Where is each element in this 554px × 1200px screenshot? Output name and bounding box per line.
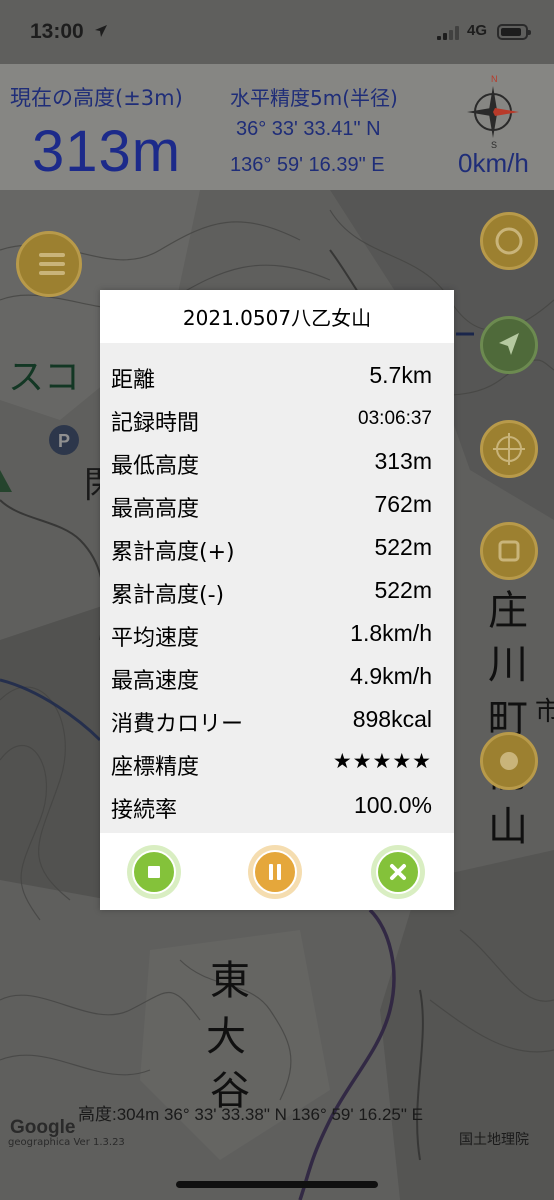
- home-indicator[interactable]: [176, 1181, 378, 1188]
- crosshair-icon: [493, 433, 525, 465]
- cursor-position-readout: 高度:304m 36° 33' 33.38" N 136° 59' 16.25"…: [78, 1105, 423, 1124]
- battery-level: [501, 28, 521, 36]
- stat-label: 最高高度: [111, 497, 200, 522]
- target-button[interactable]: [480, 420, 538, 478]
- layer-button[interactable]: [480, 212, 538, 270]
- location-arrow-icon: [95, 25, 107, 37]
- stat-row-min-altitude: 最低高度 313m: [100, 441, 454, 484]
- stop-button[interactable]: [127, 845, 181, 899]
- pause-icon: [269, 864, 281, 880]
- stat-label: 最低高度: [111, 454, 200, 479]
- record-icon: [498, 540, 520, 562]
- map-credit: 国土地理院: [459, 1132, 529, 1148]
- stat-label: 座標精度: [111, 755, 200, 780]
- stat-value: 522m: [374, 534, 432, 560]
- stat-value: 1.8km/h: [350, 620, 432, 646]
- accuracy-label: 水平精度5m(半径): [230, 86, 398, 110]
- stat-row-cumulative-ascent: 累計高度(+) 522m: [100, 527, 454, 570]
- app-version-label: geographica Ver 1.3.23: [8, 1137, 125, 1148]
- stat-row-average-speed: 平均速度 1.8km/h: [100, 613, 454, 656]
- stat-value: 4.9km/h: [350, 663, 432, 689]
- stat-label: 累計高度(+): [111, 540, 235, 565]
- stats-list: 距離 5.7km 記録時間 03:06:37 最低高度 313m 最高高度 76…: [100, 343, 454, 833]
- hamburger-icon: [39, 253, 65, 257]
- pause-button[interactable]: [248, 845, 302, 899]
- stat-row-coordinate-accuracy: 座標精度 ★★★★★: [100, 742, 454, 785]
- gps-info-header: 現在の高度(±3m) 313m 水平精度5m(半径) 36° 33' 33.41…: [0, 64, 554, 190]
- stat-row-max-speed: 最高速度 4.9km/h: [100, 656, 454, 699]
- track-summary-dialog: 2021.0507八乙女山 距離 5.7km 記録時間 03:06:37 最低高…: [100, 290, 454, 910]
- tool-icon: [500, 752, 518, 770]
- stat-value: 522m: [374, 577, 432, 603]
- stat-value: 762m: [374, 491, 432, 517]
- cellular-signal-icon: [437, 26, 461, 40]
- dialog-title: 2021.0507八乙女山: [182, 306, 372, 330]
- stat-value: 898kcal: [352, 706, 432, 732]
- stat-label: 累計高度(-): [111, 583, 225, 608]
- record-button[interactable]: [480, 522, 538, 580]
- close-icon: [390, 864, 406, 880]
- stat-label: 接続率: [111, 798, 178, 823]
- navigate-button[interactable]: [480, 316, 538, 374]
- tool-button[interactable]: [480, 732, 538, 790]
- longitude-value: 136° 59' 16.39" E: [230, 154, 385, 176]
- stat-value: 313m: [374, 448, 432, 474]
- dialog-actions: [100, 833, 454, 910]
- star-rating: ★★★★★: [332, 749, 432, 773]
- status-time: 13:00: [30, 20, 84, 43]
- stat-row-max-altitude: 最高高度 762m: [100, 484, 454, 527]
- altitude-label: 現在の高度(±3m): [10, 86, 183, 110]
- stat-label: 最高速度: [111, 669, 200, 694]
- stat-value: 03:06:37: [358, 408, 432, 429]
- stat-row-record-time: 記録時間 03:06:37: [100, 398, 454, 441]
- layers-icon: [495, 227, 523, 255]
- stat-value: 5.7km: [369, 362, 432, 388]
- google-logo: Google: [10, 1117, 76, 1138]
- stat-label: 消費カロリー: [111, 712, 244, 737]
- network-type: 4G: [467, 22, 488, 39]
- battery-icon: [497, 24, 531, 40]
- close-button[interactable]: [371, 845, 425, 899]
- compass-north-label: N: [491, 74, 498, 84]
- compass-south-label: S: [491, 140, 497, 148]
- stat-label: 記録時間: [111, 411, 200, 436]
- compass-icon[interactable]: N S: [455, 72, 531, 148]
- stat-label: 平均速度: [111, 626, 200, 651]
- latitude-value: 36° 33' 33.41" N: [236, 118, 381, 140]
- stat-row-connection-rate: 接続率 100.0%: [100, 785, 454, 828]
- stat-value: 100.0%: [353, 792, 432, 818]
- status-bar: 13:00 4G: [0, 0, 554, 64]
- stop-icon: [148, 866, 160, 878]
- menu-button[interactable]: [16, 231, 82, 297]
- stat-row-distance: 距離 5.7km: [100, 355, 454, 398]
- stat-label: 距離: [111, 368, 156, 393]
- speed-value: 0km/h: [458, 148, 529, 178]
- altitude-value: 313m: [32, 119, 182, 184]
- stat-row-cumulative-descent: 累計高度(-) 522m: [100, 570, 454, 613]
- stat-row-calories: 消費カロリー 898kcal: [100, 699, 454, 742]
- navigation-arrow-icon: [499, 333, 519, 355]
